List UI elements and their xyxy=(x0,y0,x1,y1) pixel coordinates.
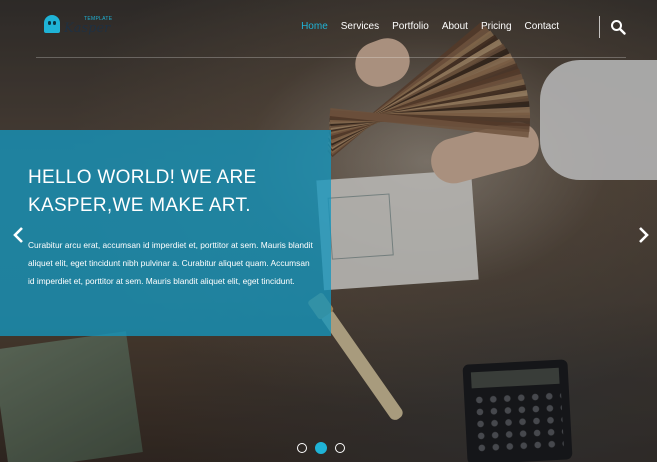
hero-section: TEMPLATE Kasper Home Services Portfolio … xyxy=(0,0,657,462)
slider-bullet-2[interactable] xyxy=(315,442,327,454)
search-icon[interactable] xyxy=(610,19,626,35)
slider-bullets xyxy=(297,442,345,454)
chevron-right-icon[interactable] xyxy=(636,226,650,244)
site-header: TEMPLATE Kasper Home Services Portfolio … xyxy=(0,0,657,58)
main-nav: Home Services Portfolio About Pricing Co… xyxy=(301,21,559,32)
nav-item-services[interactable]: Services xyxy=(341,21,379,32)
nav-item-portfolio[interactable]: Portfolio xyxy=(392,21,429,32)
logo[interactable]: TEMPLATE Kasper xyxy=(44,15,114,36)
slider-bullet-3[interactable] xyxy=(335,443,345,453)
header-divider xyxy=(36,57,626,58)
hero-content-box xyxy=(0,130,331,336)
nav-item-about[interactable]: About xyxy=(442,21,468,32)
slider-bullet-1[interactable] xyxy=(297,443,307,453)
hero-title: HELLO WORLD! WE ARE KASPER,WE MAKE ART. xyxy=(28,167,257,216)
chevron-left-icon[interactable] xyxy=(12,226,26,244)
nav-item-home[interactable]: Home xyxy=(301,21,328,32)
ghost-icon xyxy=(44,15,60,33)
nav-item-contact[interactable]: Contact xyxy=(525,21,559,32)
hero-description: Curabitur arcu erat, accumsan id imperdi… xyxy=(28,240,313,286)
nav-separator xyxy=(599,16,600,38)
logo-text: Kasper xyxy=(64,21,111,36)
nav-item-pricing[interactable]: Pricing xyxy=(481,21,512,32)
